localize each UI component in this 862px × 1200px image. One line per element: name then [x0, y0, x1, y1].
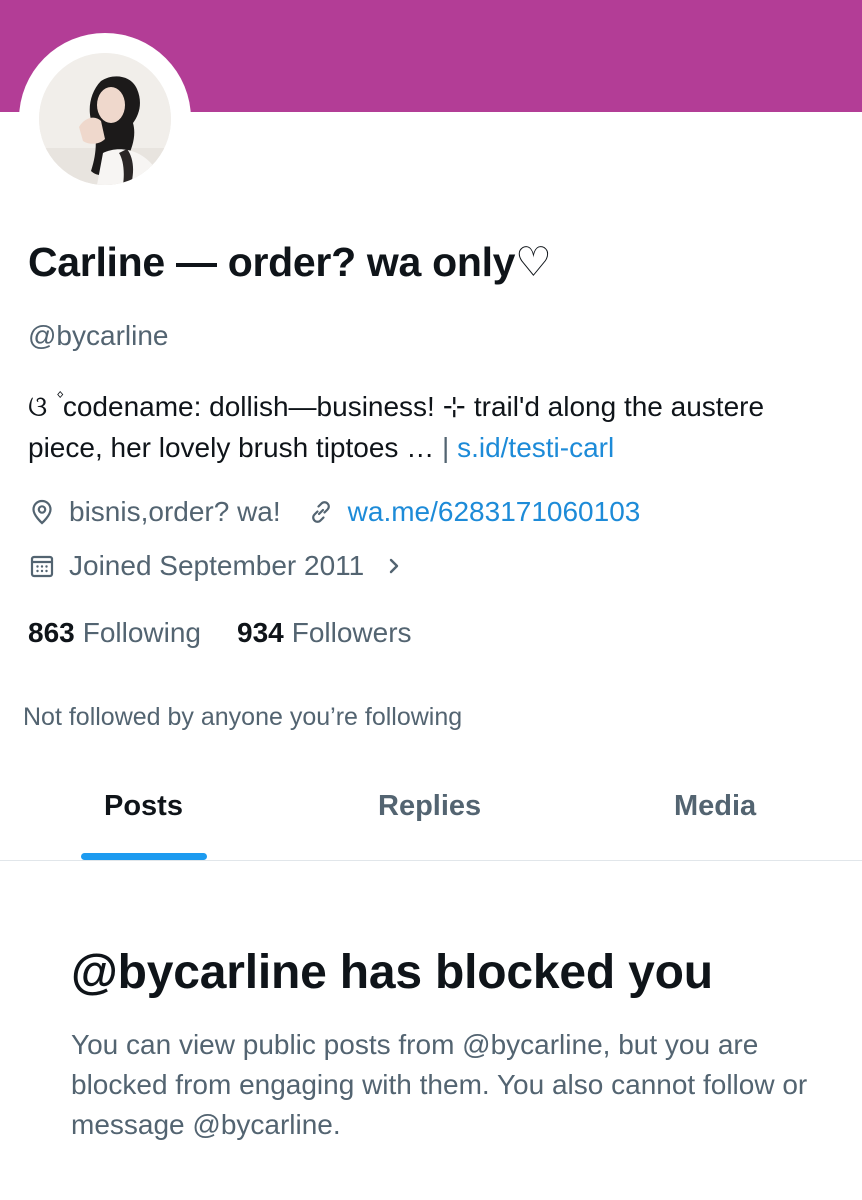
- avatar[interactable]: [39, 53, 171, 185]
- bio-link[interactable]: s.id/testi-carl: [457, 432, 614, 463]
- profile-handle: @bycarline: [28, 320, 169, 351]
- profile-joined-date: Joined September 2011: [69, 550, 365, 581]
- bio-separator: |: [442, 432, 450, 463]
- avatar-photo: [39, 53, 171, 185]
- tab-replies[interactable]: Replies: [378, 790, 481, 823]
- tab-media[interactable]: Media: [674, 790, 756, 823]
- followers-count: 934: [237, 617, 284, 648]
- following-stat[interactable]: 863 Following: [28, 617, 201, 649]
- following-label: Following: [82, 617, 201, 648]
- tab-posts[interactable]: Posts: [104, 790, 183, 823]
- link-icon: [307, 498, 335, 526]
- not-followed-notice: Not followed by anyone you’re following: [23, 703, 463, 731]
- blocked-title: @bycarline has blocked you: [71, 946, 713, 999]
- profile-stats: 863 Following 934 Followers: [28, 617, 448, 649]
- blocked-description: You can view public posts from @bycarlin…: [71, 1029, 808, 1140]
- followers-stat[interactable]: 934 Followers: [237, 617, 412, 649]
- location-pin-icon: [28, 498, 56, 526]
- profile-tabs: Posts Replies Media: [0, 770, 862, 861]
- followers-label: Followers: [291, 617, 412, 648]
- calendar-icon: [28, 552, 56, 580]
- profile-website-link[interactable]: wa.me/6283171060103: [348, 496, 641, 528]
- profile-display-name: Carline — order? wa only♡: [28, 239, 552, 285]
- profile-meta-location-website: bisnis,order? wa! wa.me/6283171060103: [28, 496, 640, 528]
- profile-location: bisnis,order? wa!: [69, 496, 281, 527]
- chevron-right-icon[interactable]: [384, 552, 404, 580]
- profile-bio: ଓ ۫ codename: dollish—business! ⊹ trail'…: [28, 386, 828, 468]
- bio-text: ଓ ۫ codename: dollish—business! ⊹ trail'…: [28, 391, 765, 463]
- active-tab-indicator: [81, 853, 207, 860]
- following-count: 863: [28, 617, 75, 648]
- profile-joined-row[interactable]: Joined September 2011: [28, 550, 404, 582]
